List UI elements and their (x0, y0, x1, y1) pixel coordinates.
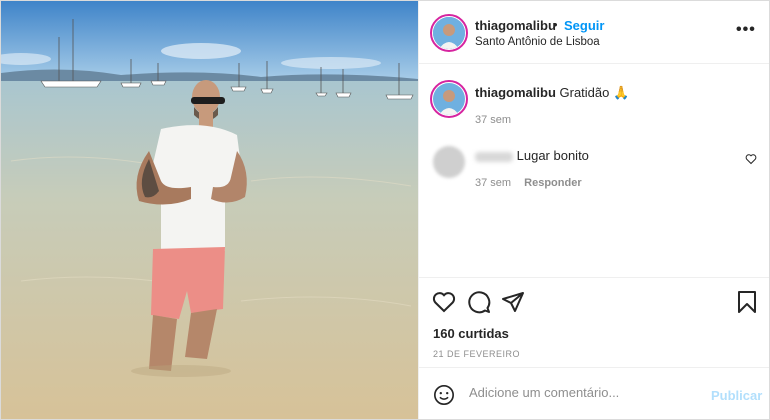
location-link[interactable]: Santo Antônio de Lisboa (475, 36, 600, 48)
avatar[interactable] (433, 17, 465, 49)
likes-count[interactable]: 160 curtidas (433, 326, 509, 341)
comment-meta: 37 sem Responder (475, 177, 582, 189)
caption-avatar-image (433, 83, 465, 115)
comment-icon[interactable] (467, 290, 491, 314)
follow-button[interactable]: Seguir (564, 18, 604, 33)
post-side-panel: thiagomalibu • Seguir Santo Antônio de L… (418, 1, 769, 419)
username-link[interactable]: thiagomalibu (475, 18, 556, 33)
post-header: thiagomalibu • Seguir Santo Antônio de L… (419, 1, 769, 64)
avatar-image (433, 17, 465, 49)
reply-button[interactable]: Responder (524, 177, 581, 189)
post-date: 21 DE FEVEREIRO (433, 349, 521, 359)
post-actions: 160 curtidas 21 DE FEVEREIRO (419, 277, 769, 368)
emoji-icon[interactable] (433, 384, 455, 406)
like-comment-heart-icon[interactable] (745, 153, 757, 165)
heart-icon[interactable] (432, 290, 456, 314)
bookmark-icon[interactable] (736, 290, 758, 314)
caption: thiagomalibu Gratidão 🙏 (475, 85, 629, 101)
commenter-avatar[interactable] (433, 146, 465, 178)
more-options-icon[interactable]: ••• (736, 21, 756, 39)
comment-text: Lugar bonito (516, 148, 589, 163)
comment: Lugar bonito (475, 148, 589, 163)
caption-username[interactable]: thiagomalibu (475, 85, 556, 100)
instagram-post-window: thiagomalibu • Seguir Santo Antônio de L… (0, 0, 770, 420)
caption-text: Gratidão (559, 85, 610, 100)
beach-photo-image (1, 1, 418, 419)
caption-time: 37 sem (475, 114, 512, 126)
post-photo[interactable] (1, 1, 418, 419)
share-icon[interactable] (501, 290, 525, 314)
comment-time: 37 sem (475, 177, 512, 189)
comment-composer: Publicar (419, 367, 769, 419)
praying-hands-icon: 🙏 (613, 85, 630, 100)
comment-input[interactable] (467, 384, 701, 401)
commenter-username-blurred[interactable] (475, 151, 513, 162)
publish-button[interactable]: Publicar (711, 388, 762, 403)
caption-avatar[interactable] (433, 83, 465, 115)
separator-dot: • (553, 17, 558, 32)
